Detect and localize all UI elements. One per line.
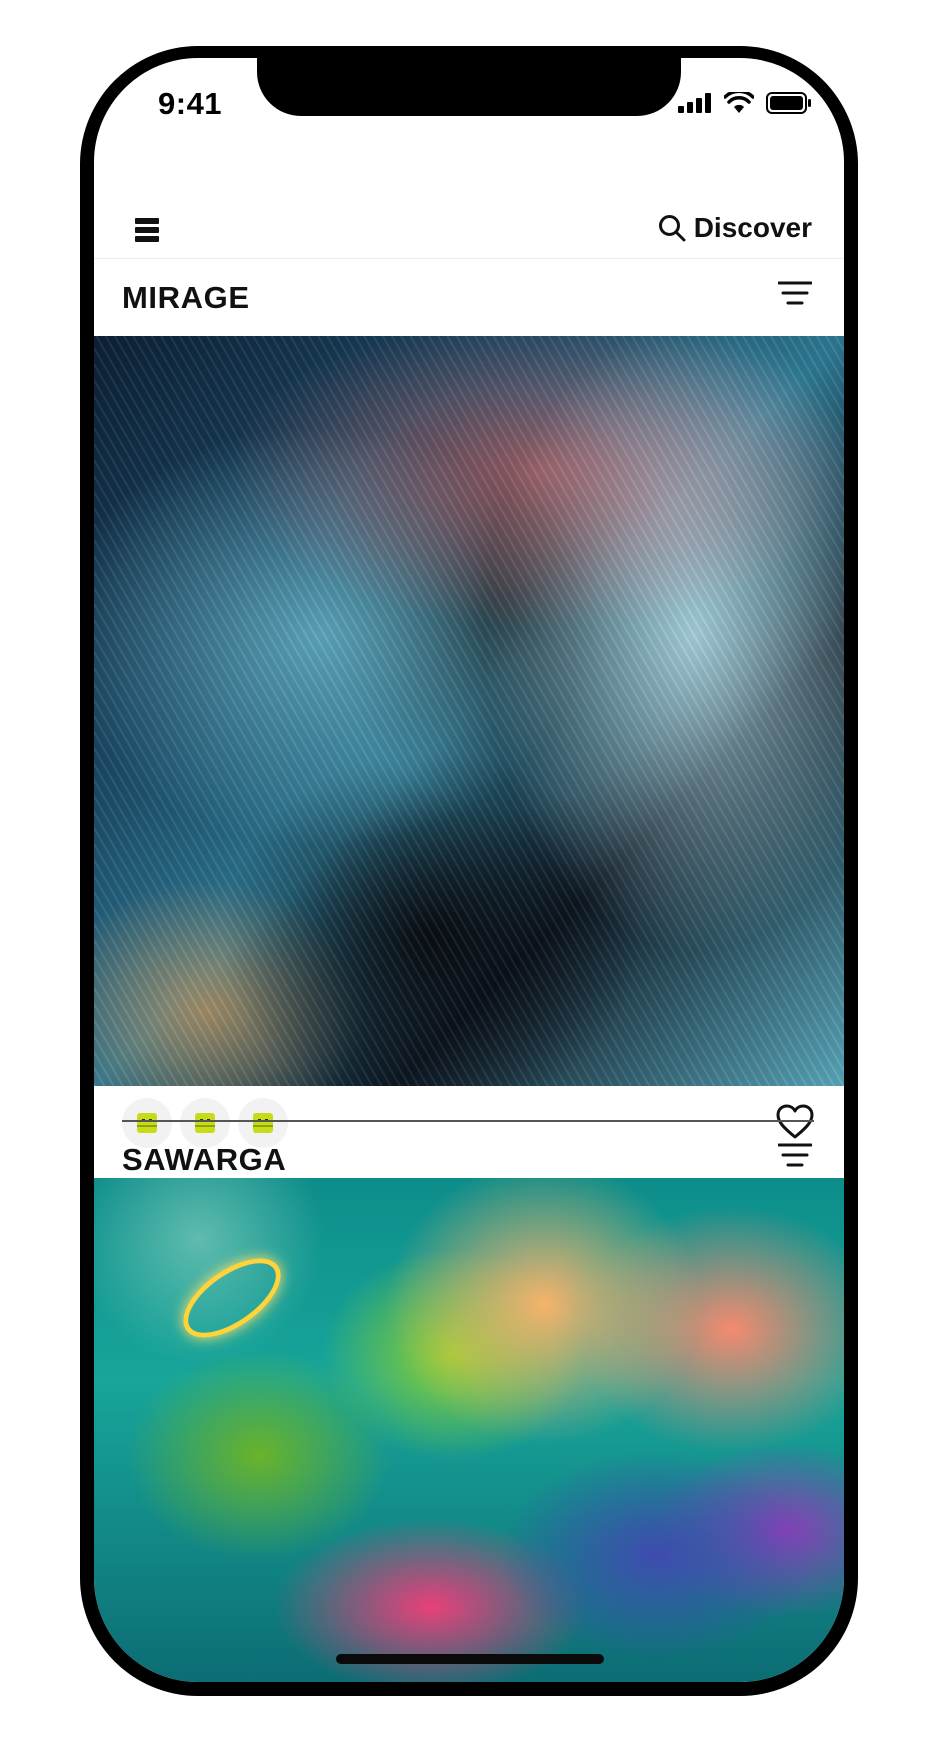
post-title: SAWARGA [122, 1142, 287, 1177]
status-time: 9:41 [158, 86, 223, 121]
discover-label: Discover [693, 212, 812, 243]
filter-icon[interactable] [778, 1142, 812, 1170]
device-notch [257, 58, 681, 116]
battery-icon [766, 92, 811, 114]
artwork-image[interactable] [94, 1178, 844, 1682]
hamburger-icon[interactable] [135, 218, 159, 242]
discover-button[interactable]: Discover [658, 212, 812, 244]
wifi-icon [724, 92, 754, 113]
cellular-signal-icon [678, 93, 711, 113]
post-divider [122, 1120, 814, 1122]
halo-decoration [170, 1242, 294, 1354]
post-header: MIRAGE [94, 262, 844, 334]
artwork-image[interactable] [94, 336, 844, 1086]
post-title: MIRAGE [122, 280, 250, 315]
home-indicator[interactable] [336, 1654, 604, 1664]
app-screen: 9:41 Discover MIRAGE SAWARGA [94, 58, 844, 1682]
top-bar: Discover [94, 168, 844, 259]
search-icon [658, 215, 686, 242]
filter-icon[interactable] [778, 280, 812, 308]
status-icons [678, 92, 812, 114]
